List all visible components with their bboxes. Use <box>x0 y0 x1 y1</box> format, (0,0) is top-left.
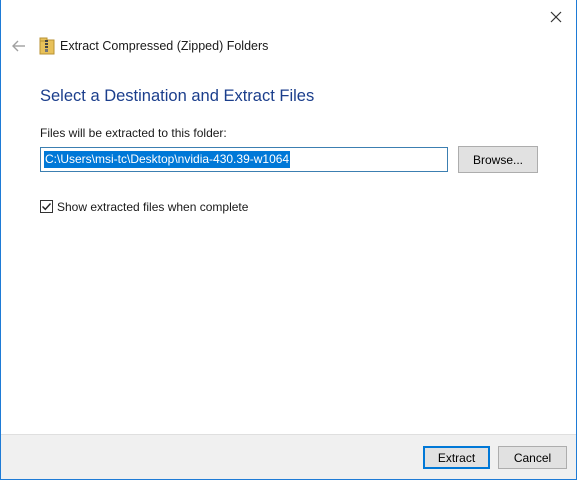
show-files-checkbox[interactable] <box>40 200 53 213</box>
browse-button[interactable]: Browse... <box>458 146 538 173</box>
checkmark-icon <box>42 203 52 211</box>
destination-label: Files will be extracted to this folder: <box>40 126 227 140</box>
page-heading: Select a Destination and Extract Files <box>40 87 315 105</box>
extract-dialog: Extract Compressed (Zipped) Folders Sele… <box>0 0 577 480</box>
close-icon[interactable] <box>547 8 565 26</box>
destination-path-input[interactable]: C:\Users\msi-tc\Desktop\nvidia-430.39-w1… <box>40 147 448 172</box>
back-arrow-icon[interactable] <box>11 38 27 54</box>
zip-folder-icon <box>39 37 55 55</box>
show-files-label[interactable]: Show extracted files when complete <box>57 200 248 214</box>
selected-path-text: C:\Users\msi-tc\Desktop\nvidia-430.39-w1… <box>44 151 291 168</box>
extract-button[interactable]: Extract <box>423 446 490 469</box>
cancel-button[interactable]: Cancel <box>498 446 567 469</box>
dialog-title: Extract Compressed (Zipped) Folders <box>60 39 269 53</box>
